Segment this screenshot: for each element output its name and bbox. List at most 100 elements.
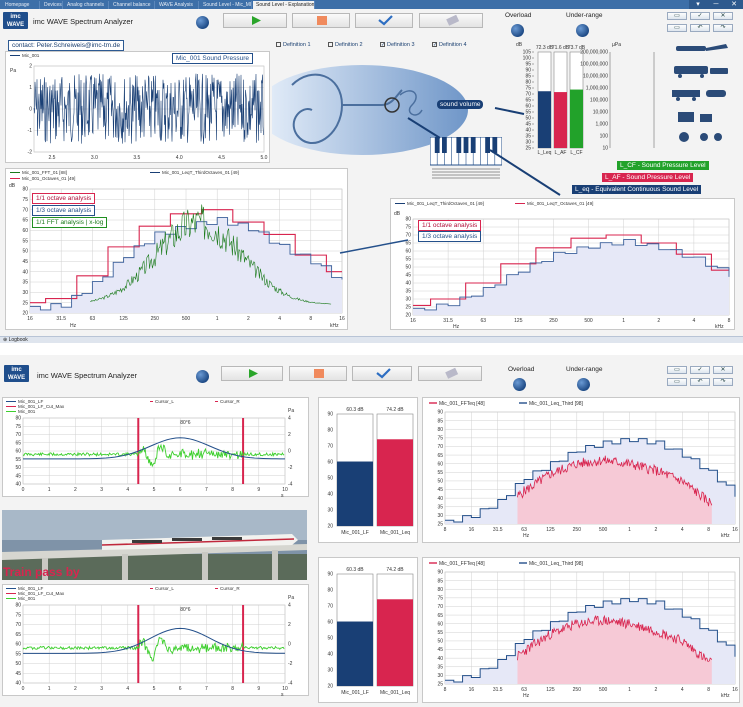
- eraser-icon: [446, 14, 460, 26]
- definition-checkbox-2[interactable]: Definition 2: [328, 42, 363, 48]
- minimize-icon[interactable]: ─: [707, 0, 725, 9]
- x-tick-label: 125: [546, 527, 555, 533]
- stop-icon: [317, 16, 327, 25]
- definition-label: Definition 4: [439, 42, 467, 48]
- bar-name-label: Mic_001_LF: [341, 530, 369, 536]
- y-tick-label: 70: [405, 233, 411, 239]
- x-tick-label: 1: [216, 316, 219, 322]
- piano-black-key: [456, 137, 462, 153]
- y-tick-label: 20: [327, 684, 333, 690]
- logbook-bar[interactable]: ⊕ Logbook: [0, 336, 743, 343]
- level-bar-L_Leq: [538, 91, 551, 148]
- definition-checkbox-3[interactable]: ✓ Definition 3: [380, 42, 415, 48]
- tab-6[interactable]: Sound Level - Explanation: [253, 1, 315, 9]
- close-doc-button-2[interactable]: ✕: [713, 366, 733, 374]
- y2-tick-label: 4: [288, 416, 291, 422]
- level-bar-L_AF: [554, 92, 567, 148]
- close-doc-button[interactable]: ✕: [713, 12, 733, 20]
- tab-1[interactable]: Devices: [41, 1, 63, 9]
- y-tick-label: 70: [327, 444, 333, 450]
- eraser-button-2[interactable]: [418, 366, 482, 381]
- pa-tick-label: 10,000,000: [583, 74, 608, 80]
- y-unit-label: dB: [394, 211, 401, 217]
- close-icon[interactable]: ✕: [725, 0, 743, 9]
- train-caption: Train pass by: [3, 565, 80, 579]
- piano-black-key: [434, 137, 440, 153]
- legend-swatch: [515, 203, 525, 205]
- checkbox-icon[interactable]: ✓: [432, 42, 437, 48]
- spec2-legend-1: Mic_001_LeqT_Octaves_01 [49]: [515, 201, 593, 206]
- tab-5[interactable]: Sound Level - Mic_MIC: [200, 1, 252, 9]
- cursor-swatch: [150, 588, 153, 590]
- y-tick-label: 90: [327, 572, 333, 578]
- piano-black-key: [463, 137, 469, 153]
- checkbox-icon[interactable]: [276, 42, 281, 48]
- x-tick-label: 1: [622, 318, 625, 324]
- apply-button-2[interactable]: [352, 366, 412, 381]
- tab-4[interactable]: WAVE Analysis: [156, 1, 199, 9]
- stop-button[interactable]: [292, 13, 350, 28]
- x-unit-label: kHz: [721, 693, 730, 699]
- level-bar-Mic_001_Leq: [377, 599, 413, 686]
- print-button-2[interactable]: ✓: [690, 366, 710, 374]
- y-tick-label: 30: [437, 673, 443, 679]
- time-title-box: Mic_001 Sound Pressure: [172, 53, 253, 64]
- x-tick-label: 6: [179, 686, 182, 692]
- x-tick-label: 4: [126, 686, 129, 692]
- eraser-button[interactable]: [419, 13, 483, 28]
- tab-3[interactable]: Channel balance: [110, 1, 155, 9]
- undo-button[interactable]: ↶: [690, 24, 710, 32]
- contact-label[interactable]: contact: Peter.Schreiweis@imc-tm.de: [8, 40, 125, 51]
- x-tick-label: 3.0: [91, 155, 98, 161]
- x-tick-label: 4: [692, 318, 695, 324]
- x-tick-label: 3: [100, 487, 103, 493]
- x-tick-label: 5: [153, 487, 156, 493]
- spectrum-chart-3: 90 85 80 75 70 65 60 55 50 45 40 35 30 25 8 16 31.5 63 125…: [422, 397, 740, 543]
- redo-button[interactable]: ↷: [713, 24, 733, 32]
- level-name-label: L_Leq: [538, 150, 552, 156]
- start-button-2[interactable]: [221, 366, 283, 381]
- y-tick-label: 50: [327, 476, 333, 482]
- y-tick-label: 50: [405, 265, 411, 271]
- time-signal-chart: 2 1 0 -1 -2 2.5 3.0 3.5 4.0 4.5 5.0 Pa: [5, 51, 270, 163]
- x-tick-label: 500: [599, 527, 608, 533]
- x-tick-label: 16: [732, 527, 738, 533]
- tab-0[interactable]: Homepage: [2, 1, 40, 9]
- redo-button-2[interactable]: ↷: [713, 378, 733, 386]
- x-tick-label: 1: [628, 687, 631, 693]
- definition-checkbox-4[interactable]: ✓ Definition 4: [432, 42, 467, 48]
- open-button-2[interactable]: ▭: [667, 378, 687, 386]
- stop-button-2[interactable]: [289, 366, 347, 381]
- undo-button-2[interactable]: ↶: [690, 378, 710, 386]
- trace-chart-1: 80 75 70 65 60 55 50 45 40 0 1 2 3 4 5 6 7 8 9 10 4 2 0 -2 -4 Pa s…: [2, 397, 309, 499]
- time-legend: Mic_001: [10, 53, 39, 58]
- dropdown-icon[interactable]: ▾: [689, 0, 707, 9]
- underrange-label-2: Under-range: [566, 366, 603, 373]
- y-tick-label: 35: [437, 504, 443, 510]
- tab-2[interactable]: Analog channels: [64, 1, 109, 9]
- x-tick-label: 31.5: [56, 316, 66, 322]
- level-bar-Mic_001_Leq: [377, 439, 413, 526]
- y-tick-label: 2: [29, 64, 32, 70]
- eraser-icon: [445, 367, 459, 379]
- legend-text: Mic_001_LeqT_Octaves_01 [49]: [527, 201, 594, 206]
- y-tick-label: 55: [405, 257, 411, 263]
- definition-checkbox-1[interactable]: Definition 1: [276, 42, 311, 48]
- legend-swatch: [6, 401, 16, 403]
- checkbox-icon[interactable]: [328, 42, 333, 48]
- print-button[interactable]: ✓: [690, 12, 710, 20]
- checkbox-icon[interactable]: ✓: [380, 42, 385, 48]
- open-button[interactable]: ▭: [667, 24, 687, 32]
- cursor-text: Cursor_L: [155, 399, 174, 404]
- start-button[interactable]: [223, 13, 287, 28]
- spec1-legend-1: Mic_001_Octaves_01 [49]: [10, 176, 75, 181]
- x-tick-label: 2: [74, 487, 77, 493]
- y-tick-label: 55: [15, 457, 21, 463]
- save-button[interactable]: ▭: [667, 12, 687, 20]
- y-tick-label: 30: [405, 297, 411, 303]
- piano-black-key: [492, 137, 498, 153]
- y-tick-label: 60: [437, 461, 443, 467]
- save-button-2[interactable]: ▭: [667, 366, 687, 374]
- legend-text: Mic_001: [18, 409, 36, 414]
- apply-button[interactable]: [355, 13, 413, 28]
